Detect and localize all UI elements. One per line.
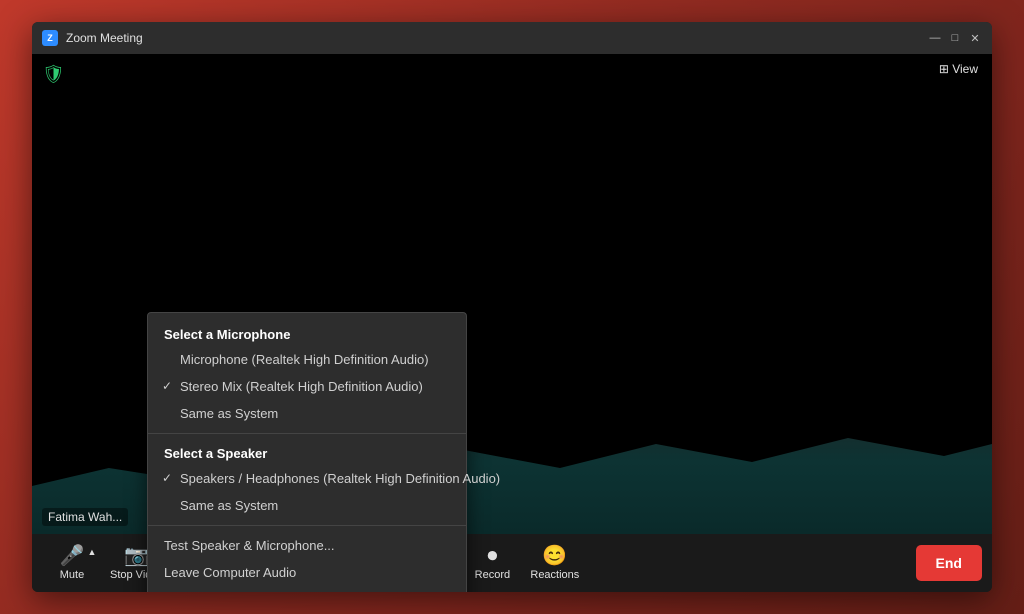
participant-name: Fatima Wah...: [42, 508, 128, 526]
menu-divider-1: [148, 433, 466, 434]
titlebar-controls: — □ ✕: [928, 31, 982, 45]
audio-dropdown-menu: Select a Microphone Microphone (Realtek …: [147, 312, 467, 592]
record-button[interactable]: ⏺ Record: [462, 534, 522, 592]
close-button[interactable]: ✕: [968, 31, 982, 45]
reactions-label: Reactions: [530, 569, 579, 581]
minimize-button[interactable]: —: [928, 31, 942, 45]
zoom-window: Z Zoom Meeting — □ ✕ 🛡 ⊞ View Fatima Wah…: [32, 22, 992, 592]
end-button[interactable]: End: [916, 545, 982, 581]
speaker-header: Select a Speaker: [148, 440, 466, 465]
maximize-button[interactable]: □: [948, 31, 962, 45]
reactions-button[interactable]: 😊 Reactions: [522, 534, 587, 592]
mute-caret[interactable]: ▲: [84, 544, 100, 560]
microphone-icon: 🎤: [60, 546, 85, 566]
mic-option-2[interactable]: Stereo Mix (Realtek High Definition Audi…: [148, 373, 466, 400]
speaker-option-2[interactable]: Same as System: [148, 492, 466, 519]
mute-button[interactable]: 🎤 Mute: [42, 534, 102, 592]
video-icon: 📷: [124, 546, 149, 566]
mute-label: Mute: [60, 569, 84, 581]
mute-group: 🎤 Mute ▲: [42, 534, 102, 592]
view-button[interactable]: ⊞ View: [939, 62, 978, 76]
video-area: 🛡 ⊞ View Fatima Wah... Select a Micropho…: [32, 54, 992, 534]
record-icon: ⏺: [487, 546, 497, 566]
leave-computer-audio[interactable]: Leave Computer Audio: [148, 559, 466, 586]
reactions-icon: 😊: [542, 546, 567, 566]
zoom-logo: Z: [42, 30, 58, 46]
shield-icon: 🛡: [42, 64, 65, 85]
menu-divider-2: [148, 525, 466, 526]
record-label: Record: [475, 569, 510, 581]
microphone-header: Select a Microphone: [148, 321, 466, 346]
mic-option-1[interactable]: Microphone (Realtek High Definition Audi…: [148, 346, 466, 373]
window-title: Zoom Meeting: [66, 31, 143, 45]
mic-option-3[interactable]: Same as System: [148, 400, 466, 427]
titlebar: Z Zoom Meeting — □ ✕: [32, 22, 992, 54]
test-speaker-microphone[interactable]: Test Speaker & Microphone...: [148, 532, 466, 559]
speaker-option-1[interactable]: Speakers / Headphones (Realtek High Defi…: [148, 465, 466, 492]
